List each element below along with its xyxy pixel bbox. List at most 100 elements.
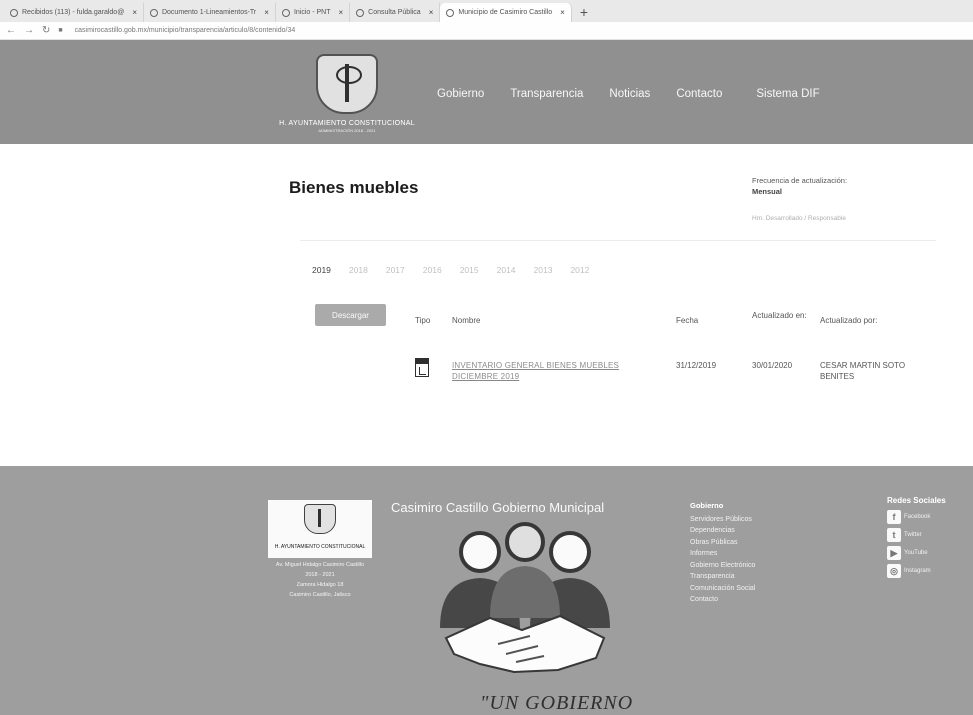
nav-contacto[interactable]: Contacto [676,88,722,100]
divider [300,240,936,241]
cell-actualizado-en: 30/01/2020 [752,361,793,370]
year-tab-2016[interactable]: 2016 [423,265,442,275]
url-field[interactable]: casimirocastillo.gob.mx/municipio/transp… [75,27,296,34]
footer-link[interactable]: Dependencias [690,525,755,537]
social-youtube[interactable]: ▶ YouTube [887,546,946,560]
footer-gobierno-links: Gobierno Servidores Públicos Dependencia… [690,500,755,606]
browser-tab-documento[interactable]: Documento 1-Lineamientos-Tr × [144,3,276,22]
nav-sistema-dif[interactable]: Sistema DIF [756,88,819,100]
close-icon[interactable]: × [132,8,137,17]
address-bar: ← → ↻ ■ casimirocastillo.gob.mx/municipi… [0,22,973,40]
tab-label: Consulta Pública [368,9,421,16]
lock-icon: ■ [58,27,63,34]
address-line: Zamora Hidalgo 18 [296,582,344,588]
pnt-icon [281,8,290,17]
social-label: Facebook [904,514,931,520]
social-label: Twitter [904,532,922,538]
download-button[interactable]: Descargar [315,304,386,326]
column-header-actualizado-por: Actualizado por: [820,316,878,325]
footer-link[interactable]: Contacto [690,594,755,606]
browser-tab-pnt[interactable]: Inicio - PNT × [276,3,351,22]
tab-label: Documento 1-Lineamientos-Tr [161,9,257,16]
frequency-value: Mensual [752,187,783,196]
crest-icon [304,504,336,534]
back-arrow-icon[interactable]: ← [6,25,16,36]
column-header-fecha: Fecha [676,316,699,325]
site-header: H. AYUNTAMIENTO CONSTITUCIONAL ADMINISTR… [0,40,973,144]
tab-label: Inicio - PNT [293,9,331,16]
footer-title: Casimiro Castillo Gobierno Municipal [391,500,605,515]
responsible-label: Hm. Desarrollado / Responsable [752,215,846,222]
column-header-nombre: Nombre [452,316,481,325]
year-tab-2013[interactable]: 2013 [534,265,553,275]
address-line: Av. Miguel Hidalgo Casimiro Castillo [275,562,365,568]
nav-gobierno[interactable]: Gobierno [437,88,484,100]
year-tab-2012[interactable]: 2012 [570,265,589,275]
year-tab-2017[interactable]: 2017 [386,265,405,275]
nav-noticias[interactable]: Noticias [609,88,650,100]
column-header-tipo: Tipo [415,316,431,325]
forward-arrow-icon[interactable]: → [24,25,34,36]
address-line: Casimiro Castillo, Jalisco [289,592,351,598]
globe-icon [149,8,158,17]
social-label: Instagram [904,568,931,574]
logo-subtitle: ADMINISTRACIÓN 2018 - 2021 [318,128,376,133]
update-frequency: Frecuencia de actualización: Mensual Hm.… [752,175,848,222]
footer-logo-title: H. AYUNTAMIENTO CONSTITUCIONAL [274,544,366,550]
footer-link[interactable]: Informes [690,548,755,560]
footer-slogan: "UN GOBIERNO [480,692,634,714]
instagram-icon: ◎ [887,564,901,578]
footer-heading: Redes Sociales [887,496,946,505]
browser-tab-municipio[interactable]: Municipio de Casimiro Castillo × [440,3,572,22]
frequency-label: Frecuencia de actualización: [752,176,848,185]
close-icon[interactable]: × [560,8,565,17]
year-tabs: 2019 2018 2017 2016 2015 2014 2013 2012 [312,265,607,275]
close-icon[interactable]: × [339,8,344,17]
footer-address: Av. Miguel Hidalgo Casimiro Castillo 201… [268,561,372,601]
column-header-actualizado-en: Actualizado en: [752,311,807,320]
tab-label: Municipio de Casimiro Castillo [458,9,553,16]
year-tab-2014[interactable]: 2014 [497,265,516,275]
year-tab-2019[interactable]: 2019 [312,265,331,275]
page-title: Bienes muebles [289,178,419,197]
gmail-icon [10,8,18,17]
address-line: 2018 - 2021 [305,572,335,578]
year-tab-2018[interactable]: 2018 [349,265,368,275]
facebook-icon: f [887,510,901,524]
footer-link[interactable]: Obras Públicas [690,537,755,549]
footer-link[interactable]: Gobierno Electrónico [690,560,755,572]
footer-heading: Gobierno [690,501,724,510]
social-twitter[interactable]: t Twitter [887,528,946,542]
site-logo[interactable]: H. AYUNTAMIENTO CONSTITUCIONAL ADMINISTR… [262,54,432,140]
year-tab-2015[interactable]: 2015 [460,265,479,275]
new-tab-button[interactable]: + [572,3,596,22]
social-facebook[interactable]: f Facebook [887,510,946,524]
browser-tab-consulta[interactable]: Consulta Pública × [350,3,441,22]
browser-tab-gmail[interactable]: Recibidos (113) - fulda.garaldo@ × [4,3,144,22]
cell-fecha: 31/12/2019 [676,361,717,370]
close-icon[interactable]: × [264,8,269,17]
footer-link[interactable]: Comunicación Social [690,583,755,595]
social-instagram[interactable]: ◎ Instagram [887,564,946,578]
tab-label: Recibidos (113) - fulda.garaldo@ [22,9,125,16]
globe-icon [446,8,455,17]
pdf-icon[interactable] [415,358,429,377]
footer-link[interactable]: Servidores Públicos [690,514,755,526]
nav-transparencia[interactable]: Transparencia [510,88,583,100]
footer-logo[interactable]: H. AYUNTAMIENTO CONSTITUCIONAL [268,500,372,558]
close-icon[interactable]: × [429,8,434,17]
youtube-icon: ▶ [887,546,901,560]
browser-tab-bar: Recibidos (113) - fulda.garaldo@ × Docum… [0,0,973,22]
globe-icon [356,8,365,17]
main-nav: Gobierno Transparencia Noticias Contacto… [437,88,846,100]
cell-actualizado-por: CESAR MARTIN SOTO BENITES [820,361,906,381]
logo-title: H. AYUNTAMIENTO CONSTITUCIONAL [279,120,415,127]
people-handshake-illustration [440,522,610,674]
crest-icon [316,54,378,114]
social-label: YouTube [904,550,928,556]
twitter-icon: t [887,528,901,542]
site-footer: H. AYUNTAMIENTO CONSTITUCIONAL Av. Migue… [0,466,973,715]
document-link[interactable]: INVENTARIO GENERAL BIENES MUEBLES DICIEM… [452,360,652,382]
reload-icon[interactable]: ↻ [42,25,50,36]
footer-link[interactable]: Transparencia [690,571,755,583]
